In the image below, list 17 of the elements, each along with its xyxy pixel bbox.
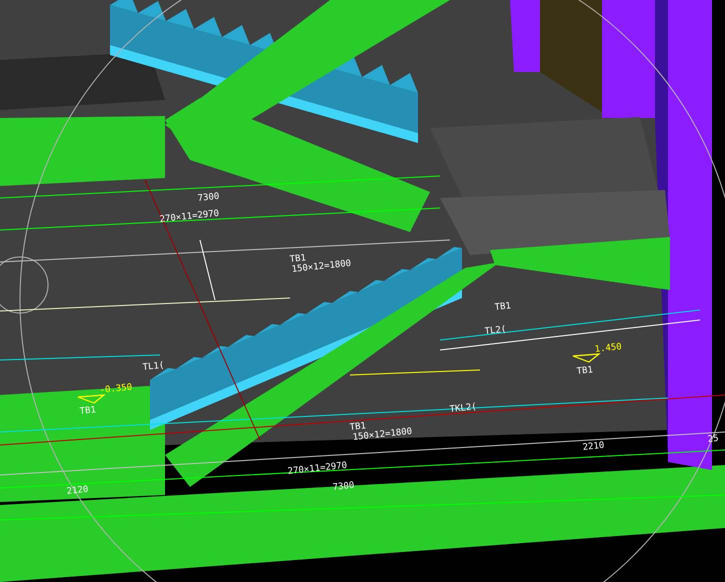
elevation-label: -0.350 [99, 382, 133, 396]
dimension-label: 2210 [582, 440, 605, 453]
elevation-marker-icon [572, 353, 601, 363]
tag-label: TL2( [484, 324, 507, 337]
elevation-label: 1.450 [594, 342, 622, 355]
elevation-marker-icon [77, 394, 106, 404]
dimension-label: 25 [707, 434, 720, 445]
dimension-label: 7300 [197, 192, 220, 204]
tag-label: TKL2( [449, 402, 478, 415]
dimension-label: 2120 [66, 484, 89, 497]
dimension-label: 270×11=2970 [159, 208, 220, 225]
tag-label: TL1( [142, 360, 165, 373]
dimension-label: 270×11=2970 [287, 460, 348, 477]
tag-label: TB1 [79, 405, 96, 417]
dimension-label: 7300 [332, 480, 355, 493]
tag-label: TB1 [494, 301, 512, 313]
tag-label: TB1 [576, 365, 594, 377]
